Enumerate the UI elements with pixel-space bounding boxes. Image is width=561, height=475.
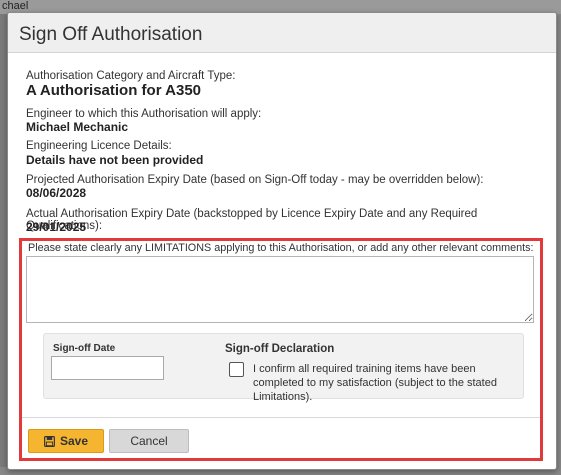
- actual-expiry-label: Actual Authorisation Expiry Date (backst…: [26, 208, 478, 232]
- category-label: Authorisation Category and Aircraft Type…: [26, 70, 236, 82]
- save-button[interactable]: Save: [28, 429, 104, 453]
- background-text: chael: [2, 0, 29, 12]
- declaration-checkbox[interactable]: [229, 362, 244, 377]
- limitations-label: Please state clearly any LIMITATIONS app…: [28, 242, 534, 254]
- sign-off-dialog: Sign Off Authorisation Authorisation Cat…: [7, 12, 557, 470]
- sign-off-date-input[interactable]: [51, 356, 164, 380]
- category-value: A Authorisation for A350: [26, 82, 202, 99]
- licence-label: Engineering Licence Details:: [26, 140, 172, 152]
- save-button-label: Save: [59, 434, 89, 448]
- dialog-title: Sign Off Authorisation: [19, 24, 203, 45]
- declaration-text: I confirm all required training items ha…: [253, 363, 497, 403]
- projected-expiry-value: 08/06/2028: [26, 186, 87, 200]
- cancel-button-label: Cancel: [130, 434, 168, 448]
- projected-expiry-label: Projected Authorisation Expiry Date (bas…: [26, 174, 484, 186]
- floppy-disk-icon: [44, 435, 55, 447]
- engineer-value: Michael Mechanic: [26, 120, 129, 134]
- sign-off-date-label: Sign-off Date: [53, 343, 116, 354]
- limitations-textarea[interactable]: [26, 256, 534, 323]
- engineer-label: Engineer to which this Authorisation wil…: [26, 108, 262, 120]
- declaration-title: Sign-off Declaration: [225, 343, 335, 355]
- licence-value: Details have not been provided: [26, 153, 204, 167]
- footer-divider: [22, 417, 540, 418]
- actual-expiry-value: 29/01/2025: [26, 220, 87, 234]
- cancel-button[interactable]: Cancel: [109, 429, 189, 453]
